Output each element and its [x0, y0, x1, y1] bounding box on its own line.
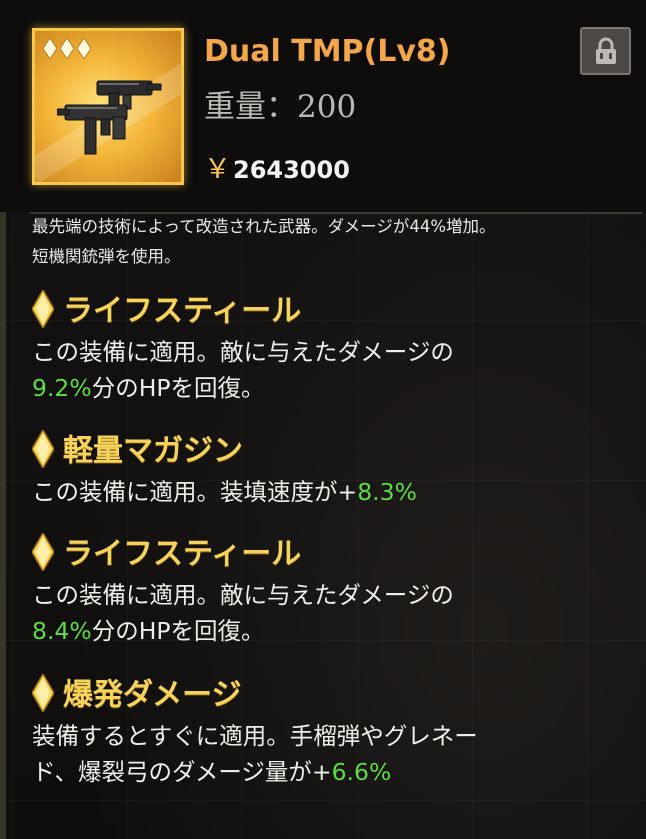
- skill-header: 爆発ダメージ: [31, 672, 632, 718]
- skill-value: 8.4%: [32, 617, 92, 645]
- diamond-icon: [31, 672, 55, 713]
- rarity-star-icon: [59, 37, 75, 60]
- skill-description-line: 9.2%分のHPを回復。: [32, 370, 632, 406]
- yen-icon: ￥: [204, 154, 231, 185]
- diamond-icon: [31, 428, 55, 469]
- item-name: Dual TMP(Lv8): [204, 34, 451, 69]
- skill-name: ライフスティール: [63, 536, 302, 572]
- skill-description-line: 装備するとすぐに適用。手榴弾やグレネー: [32, 718, 632, 754]
- skill-entry: ライフスティールこの装備に適用。敵に与えたダメージの 8.4%分のHPを回復。: [31, 531, 632, 649]
- diamond-icon: [31, 288, 55, 329]
- item-weight: 重量：200: [204, 89, 357, 125]
- skill-value: 6.6%: [331, 758, 392, 786]
- price-value: 2643000: [233, 156, 350, 184]
- skill-description-line: この装備に適用。装填速度が+8.3%: [32, 474, 632, 510]
- lock-icon: [596, 37, 616, 64]
- rarity-star-icon: [42, 37, 58, 60]
- diamond-icon: [31, 531, 55, 572]
- item-description: 最先端の技術によって改造された武器。ダメージが44%増加。 短機関銃弾を使用。: [32, 217, 632, 270]
- lock-button[interactable]: [580, 27, 631, 75]
- skill-text: この装備に適用。装填速度が+: [32, 478, 358, 506]
- item-icon-frame: [32, 28, 184, 185]
- skill-description-line: ド、爆裂弓のダメージ量が+6.6%: [32, 754, 632, 790]
- skill-entry: ライフスティールこの装備に適用。敵に与えたダメージの 9.2%分のHPを回復。: [31, 288, 632, 406]
- skill-header: ライフスティール: [31, 531, 632, 577]
- skill-value: 9.2%: [32, 374, 92, 402]
- skill-name: 軽量マガジン: [63, 433, 243, 469]
- skill-text: この装備に適用。敵に与えたダメージの: [32, 581, 454, 609]
- description-line: 最先端の技術によって改造された武器。ダメージが44%増加。: [32, 217, 496, 236]
- skill-value: 8.3%: [357, 478, 417, 506]
- item-price: ￥2643000: [204, 152, 350, 188]
- skill-text: 装備するとすぐに適用。手榴弾やグレネー: [32, 722, 478, 750]
- skill-header: 軽量マガジン: [31, 428, 632, 474]
- skill-name: 爆発ダメージ: [63, 677, 242, 713]
- item-tooltip-panel: Dual TMP(Lv8) 重量：200 ￥2643000 最先端の技術によって…: [0, 0, 646, 839]
- skill-description-line: この装備に適用。敵に与えたダメージの: [32, 577, 632, 613]
- skill-text: 分のHPを回復。: [91, 374, 265, 402]
- rarity-stars: [42, 37, 92, 60]
- skill-header: ライフスティール: [31, 288, 632, 334]
- skill-entry: 爆発ダメージ 装備するとすぐに適用。手榴弾やグレネー ド、爆裂弓のダメージ量が+6.…: [31, 672, 632, 790]
- smg-icon: [57, 80, 162, 155]
- skill-name: ライフスティール: [63, 293, 302, 329]
- skill-description-line: この装備に適用。敵に与えたダメージの: [32, 334, 632, 370]
- description-line: 短機関銃弾を使用。: [32, 247, 181, 266]
- skill-text: ド、爆裂弓のダメージ量が+: [32, 758, 332, 786]
- skill-description-line: 8.4%分のHPを回復。: [32, 613, 632, 649]
- rarity-star-icon: [76, 37, 92, 60]
- skill-text: この装備に適用。敵に与えたダメージの: [32, 338, 454, 366]
- skill-text: 分のHPを回復。: [91, 617, 265, 645]
- skill-entry: 軽量マガジンこの装備に適用。装填速度が+8.3%: [31, 428, 632, 510]
